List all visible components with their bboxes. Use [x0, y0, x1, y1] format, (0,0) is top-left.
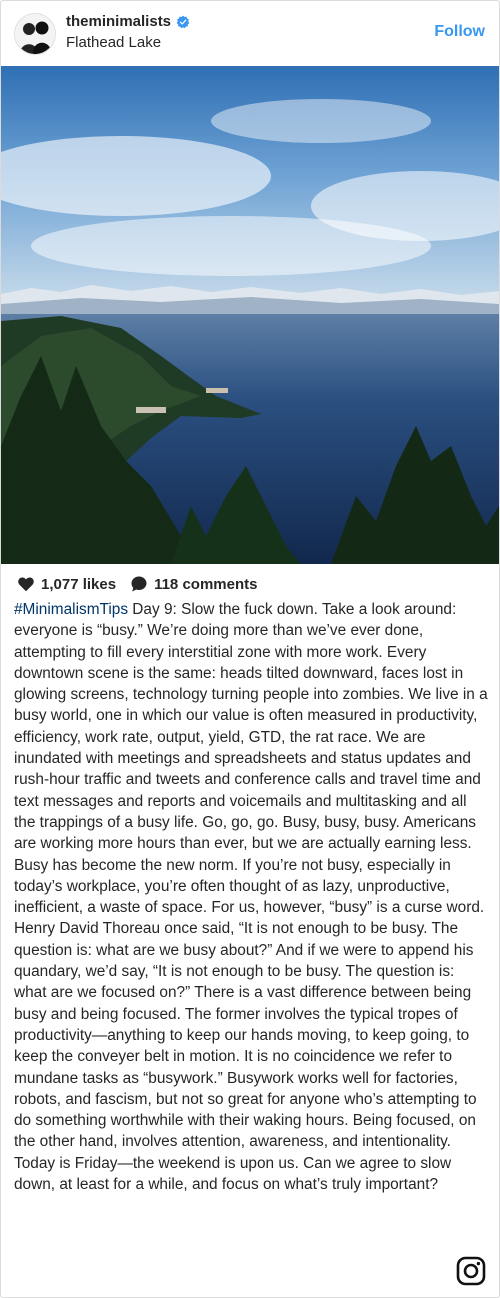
heart-icon — [18, 577, 34, 592]
likes-stat[interactable]: 1,077 likes — [17, 576, 116, 593]
post-header: theminimalists Flathead Lake Follow — [1, 1, 499, 65]
caption-text: Day 9: Slow the fuck down. Take a look a… — [14, 601, 488, 1194]
instagram-icon[interactable] — [455, 1255, 487, 1287]
post-caption: #MinimalismTips Day 9: Slow the fuck dow… — [14, 599, 488, 1195]
comment-bubble-icon — [131, 576, 147, 592]
username-row: theminimalists — [66, 13, 190, 30]
avatar[interactable] — [14, 13, 56, 55]
location-label[interactable]: Flathead Lake — [66, 34, 161, 51]
post-stats: 1,077 likes 118 comments — [17, 575, 271, 593]
post-photo[interactable] — [1, 66, 499, 564]
likes-count: 1,077 likes — [41, 575, 117, 593]
instagram-embed-card: theminimalists Flathead Lake Follow 1,07… — [0, 0, 500, 1298]
comments-count: 118 comments — [154, 575, 258, 593]
verified-badge-icon — [176, 15, 190, 28]
comments-stat[interactable]: 118 comments — [130, 575, 257, 593]
hashtag-link[interactable]: #MinimalismTips — [14, 601, 128, 618]
username[interactable]: theminimalists — [66, 13, 171, 30]
follow-button[interactable]: Follow — [434, 23, 485, 41]
